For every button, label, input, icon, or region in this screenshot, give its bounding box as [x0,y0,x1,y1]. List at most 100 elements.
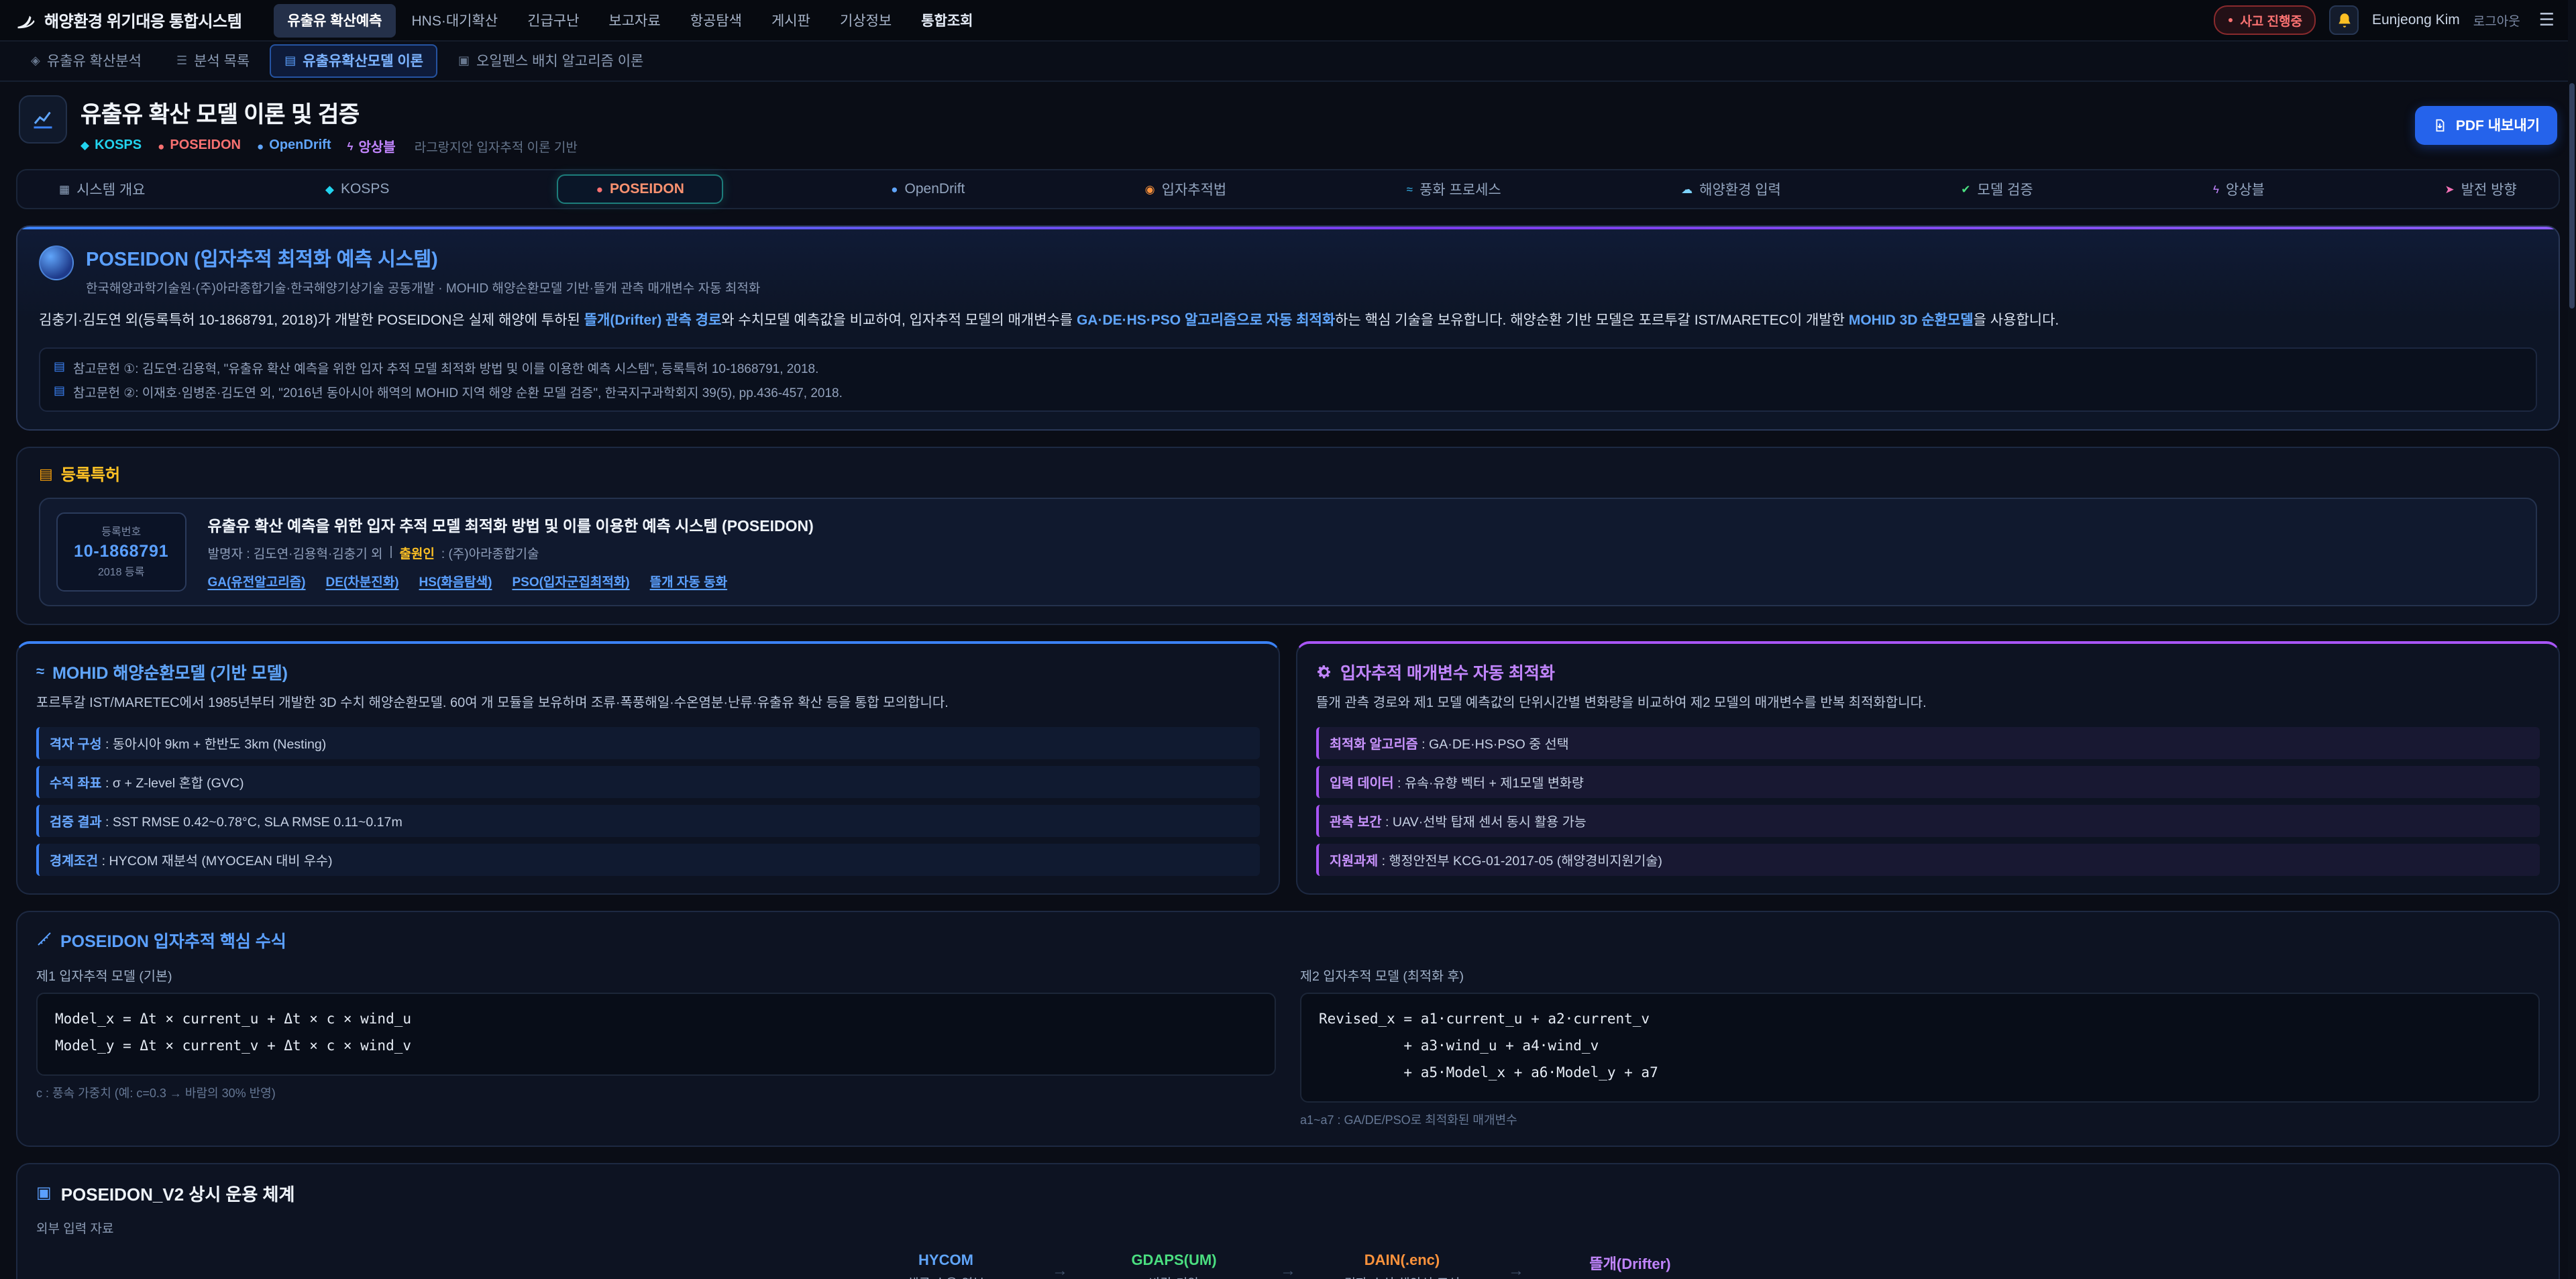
main-nav: 유출유 확산예측 HNS·대기확산 긴급구난 보고자료 항공탐색 게시판 기상정… [274,3,986,37]
tag-de-link[interactable]: DE(차분진화) [326,571,399,590]
tab-marine-env-input[interactable]: ☁해양환경 입력 [1669,172,1793,206]
scrollbar-thumb[interactable] [2569,83,2575,309]
tab-poseidon[interactable]: ●POSEIDON [557,174,723,204]
tab-weathering-process[interactable]: ≈풍화 프로세스 [1395,172,1513,206]
patent-title: 유출유 확산 예측을 위한 입자 추적 모델 최적화 방법 및 이를 이용한 예… [207,515,813,537]
separator: | [390,545,393,560]
nav-item-aerial-search[interactable]: 항공탐색 [677,3,755,37]
gear-icon [1316,664,1332,680]
tab-label: 시스템 개요 [76,179,145,199]
spec-value: HYCOM 재분석 (MYOCEAN 대비 우수) [109,854,332,869]
v2-operation-card: ▣ POSEIDON_V2 상시 운용 체계 외부 입력 자료 HYCOM 해류… [16,1162,2560,1279]
poseidon-orb-icon [39,245,74,280]
tab-opendrift[interactable]: ●OpenDrift [879,174,977,204]
mohid-card: ≈ MOHID 해양순환모델 (기반 모델) 포르투갈 IST/MARETEC에… [16,642,1280,895]
spec-label: 입력 데이터 [1330,777,1394,791]
spec-row: 입력 데이터 : 유속·유향 벡터 + 제1모델 변화량 [1316,766,2540,798]
poseidon-heading: POSEIDON (입자추적 최적화 예측 시스템) [86,244,760,272]
tag-hs-link[interactable]: HS(화음탐색) [419,571,492,590]
v2-title: POSEIDON_V2 상시 운용 체계 [61,1180,295,1205]
subtab-label: 오일펜스 배치 알고리즘 이론 [476,51,643,71]
mohid-spec-rows: 격자 구성 : 동아시아 9km + 한반도 3km (Nesting) 수직 … [36,727,1260,876]
tab-system-overview[interactable]: ▦시스템 개요 [47,172,158,206]
tab-label: 입자추적법 [1162,179,1227,199]
nav-item-board[interactable]: 게시판 [758,3,824,37]
v2-data-sources: HYCOM 해류·수온·염분 YYYYMMDD.nc → GDAPS(UM) 바… [36,1252,2540,1279]
subtab-oil-fence-theory[interactable]: ▣ 오일펜스 배치 알고리즘 이론 [443,44,658,78]
nav-item-hns-diffusion[interactable]: HNS·대기확산 [398,3,512,37]
source-name: DAIN(.enc) [1323,1252,1481,1268]
tab-kosps[interactable]: ◆KOSPS [313,174,401,204]
badge-poseidon: ●POSEIDON [158,138,241,153]
tag-ga-link[interactable]: GA(유전알고리즘) [207,571,305,590]
spec-value: 유속·유향 벡터 + 제1모델 변화량 [1405,777,1584,791]
spec-row: 경계조건 : HYCOM 재분석 (MYOCEAN 대비 우수) [36,844,1260,876]
badge-label: KOSPS [95,138,142,153]
formula-model1-caption: c : 풍속 가중치 (예: c=0.3 → 바람의 30% 반영) [36,1083,1276,1101]
dot-icon: ● [596,182,603,196]
user-name[interactable]: Eunjeong Kim [2372,12,2460,28]
app-logo[interactable]: 해양환경 위기대응 통합시스템 [16,9,241,32]
nav-item-integrated-search[interactable]: 통합조회 [908,3,986,37]
tab-model-validation[interactable]: ✔모델 검증 [1949,172,2045,206]
separator: : [98,854,109,869]
hamburger-menu-icon[interactable]: ☰ [2534,9,2560,31]
badge-opendrift: ●OpenDrift [257,138,331,153]
book-icon: ▤ [54,383,65,400]
spec-row: 최적화 알고리즘 : GA·DE·HS·PSO 중 선택 [1316,727,2540,759]
cloud-icon: ☁ [1681,182,1693,197]
clipboard-icon: ▤ [39,466,53,484]
tab-label: 발전 방향 [2461,179,2517,199]
source-desc: 바람·기압 [1095,1272,1253,1279]
source-name: 뜰개(Drifter) [1551,1252,1709,1274]
tab-label: OpenDrift [905,181,965,197]
pdf-export-button[interactable]: PDF 내보내기 [2416,106,2557,145]
spec-row: 검증 결과 : SST RMSE 0.42~0.78°C, SLA RMSE 0… [36,805,1260,837]
bolt-icon: ϟ [2213,182,2219,196]
nav-item-weather[interactable]: 기상정보 [826,3,905,37]
subtab-diffusion-analysis[interactable]: ◈ 유출유 확산분석 [16,44,156,78]
notifications-button[interactable] [2329,5,2359,35]
page-content: 유출유 확산 모델 이론 및 검증 ◆KOSPS ●POSEIDON ●Open… [0,82,2576,1279]
badge-label: POSEIDON [170,138,241,153]
patent-number-box: 등록번호 10-1868791 2018 등록 [56,513,186,592]
rocket-icon: ➤ [2445,182,2454,197]
topbar-right: ● 사고 진행중 Eunjeong Kim 로그아웃 ☰ [2214,5,2560,35]
formula-model1: 제1 입자추적 모델 (기본) Model_x = Δt × current_u… [36,966,1276,1128]
nav-item-emergency-rescue[interactable]: 긴급구난 [514,3,592,37]
incident-label: 사고 진행중 [2240,11,2302,30]
subtab-model-theory[interactable]: ▤ 유출유확산모델 이론 [270,44,438,78]
subtab-label: 분석 목록 [194,51,250,71]
subtab-analysis-list[interactable]: ☰ 분석 목록 [162,44,264,78]
patent-tags: GA(유전알고리즘) DE(차분진화) HS(화음탐색) PSO(입자군집최적화… [207,571,813,590]
nav-item-reports[interactable]: 보고자료 [595,3,674,37]
list-icon: ☰ [176,54,187,68]
spec-label: 격자 구성 [50,738,102,753]
separator: : [102,738,113,753]
subtab-label: 유출유확산모델 이론 [303,51,423,71]
body-text: 하는 핵심 기술을 보유합니다. 해양순환 기반 모델은 포르투갈 IST/MA… [1335,313,1849,329]
separator: : [1394,777,1405,791]
spec-value: 동아시아 9km + 한반도 3km (Nesting) [113,738,326,753]
patent-number-label: 등록번호 [74,525,168,540]
tab-ensemble[interactable]: ϟ앙상블 [2201,172,2277,206]
tab-particle-tracking[interactable]: ◉입자추적법 [1133,172,1238,206]
source-desc: 해류·수온·염분 [867,1272,1025,1279]
highlight-optimization: GA·DE·HS·PSO 알고리즘으로 자동 최적화 [1077,313,1335,329]
logout-button[interactable]: 로그아웃 [2473,11,2520,30]
references-box: ▤참고문헌 ①: 김도연·김용혁, "유출유 확산 예측을 위한 입자 추적 모… [39,348,2537,412]
incident-status-badge[interactable]: ● 사고 진행중 [2214,5,2316,35]
optimization-spec-rows: 최적화 알고리즘 : GA·DE·HS·PSO 중 선택 입력 데이터 : 유속… [1316,727,2540,876]
tab-future-direction[interactable]: ➤ 발전 방향 [2432,172,2528,206]
nav-item-oil-spill-prediction[interactable]: 유출유 확산예측 [274,3,395,37]
patent-detail-box: 등록번호 10-1868791 2018 등록 유출유 확산 예측을 위한 입자… [39,498,2537,607]
formula-grid: 제1 입자추적 모델 (기본) Model_x = Δt × current_u… [36,966,2540,1128]
spec-value: UAV·선박 탑재 센서 동시 활용 가능 [1393,816,1587,830]
formula-model2-caption: a1~a7 : GA/DE/PSO로 최적화된 매개변수 [1300,1110,2540,1127]
source-dain: DAIN(.enc) 격자·수심·해안선·조석 전자 해도/수치 데이터 [1323,1252,1481,1279]
optimization-card: 입자추적 매개변수 자동 최적화 뜰개 관측 경로와 제1 모델 예측값의 단위… [1296,642,2560,895]
optimization-title: 입자추적 매개변수 자동 최적화 [1340,659,1555,685]
tag-drifter-link[interactable]: 뜰개 자동 동화 [650,571,727,590]
tag-pso-link[interactable]: PSO(입자군집최적화) [512,571,629,590]
reference-item: ▤참고문헌 ①: 김도연·김용혁, "유출유 확산 예측을 위한 입자 추적 모… [54,359,2522,378]
